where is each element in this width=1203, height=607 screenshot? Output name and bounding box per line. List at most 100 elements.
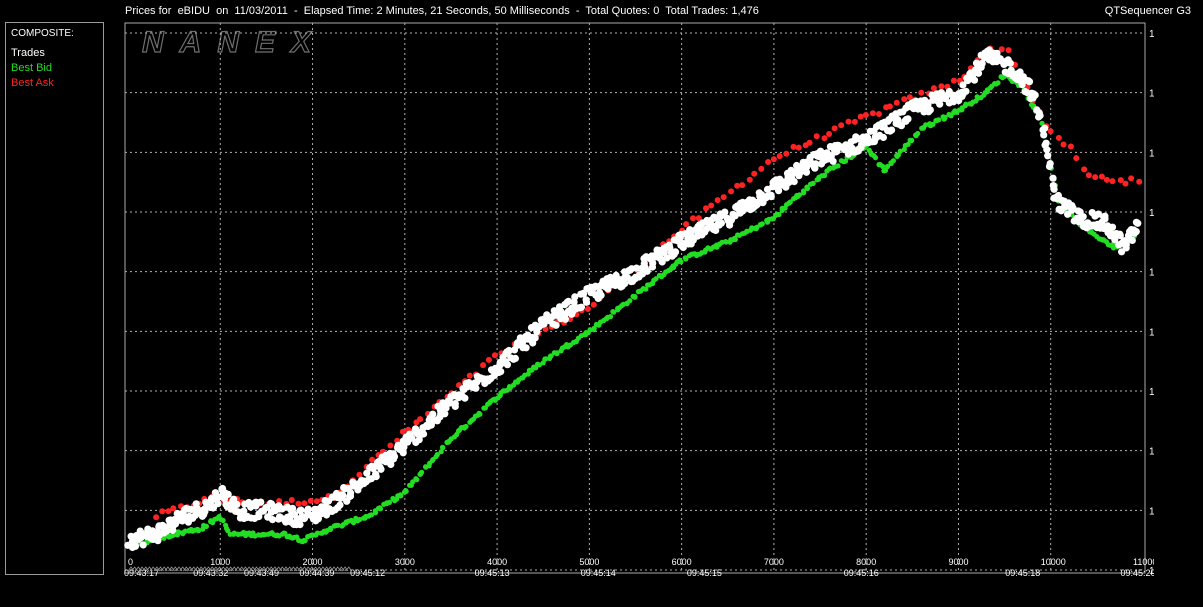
- data-point: [869, 110, 876, 117]
- y-tick-label: 144.50: [1149, 29, 1154, 40]
- data-point: [872, 155, 879, 161]
- data-point: [377, 465, 385, 473]
- data-point: [930, 85, 937, 92]
- data-point: [970, 76, 979, 84]
- data-point: [888, 126, 896, 134]
- data-point: [590, 301, 597, 308]
- x-tick-label: 0: [128, 557, 133, 567]
- data-point: [403, 488, 409, 494]
- data-point: [1098, 173, 1105, 180]
- data-point: [831, 125, 838, 132]
- data-point: [419, 469, 425, 475]
- data-point: [584, 306, 591, 312]
- data-point: [801, 190, 807, 196]
- data-point: [862, 112, 869, 118]
- data-point: [909, 137, 915, 143]
- data-point: [429, 410, 437, 418]
- data-point: [728, 188, 735, 195]
- data-point: [163, 527, 171, 535]
- y-tick-label: 141.50: [1149, 387, 1154, 398]
- data-point: [790, 178, 798, 186]
- data-point: [886, 103, 893, 110]
- data-point: [159, 508, 166, 515]
- y-tick-label: 143.50: [1149, 148, 1154, 159]
- data-point: [708, 202, 715, 209]
- y-tick-label: 141.00: [1149, 447, 1154, 458]
- data-point: [720, 194, 727, 201]
- data-point: [233, 500, 241, 508]
- legend-item-best-ask: Best Ask: [11, 77, 54, 89]
- y-tick-label: 144.00: [1149, 89, 1154, 100]
- data-point: [522, 344, 530, 352]
- data-point: [901, 96, 908, 103]
- data-point: [480, 362, 487, 369]
- data-point: [678, 259, 684, 265]
- data-point: [829, 157, 837, 165]
- data-point: [1116, 230, 1124, 238]
- data-point: [372, 473, 380, 481]
- x-tick-label: 3000: [395, 557, 415, 567]
- data-point: [1128, 236, 1136, 244]
- y-tick-label: 142.00: [1149, 327, 1154, 338]
- data-point: [776, 153, 783, 160]
- data-point: [845, 118, 852, 125]
- data-point: [417, 416, 424, 423]
- data-point: [1060, 141, 1067, 148]
- data-point: [918, 89, 925, 96]
- data-point: [377, 506, 384, 512]
- legend-item-trades: Trades: [11, 47, 45, 59]
- data-point: [153, 514, 160, 521]
- data-point: [821, 135, 828, 142]
- data-point: [746, 176, 753, 183]
- x-tick-label: 9000: [948, 557, 968, 567]
- data-point: [568, 310, 576, 318]
- data-point: [1134, 219, 1142, 227]
- data-point: [1085, 172, 1092, 179]
- data-point: [890, 158, 897, 164]
- data-point: [373, 510, 379, 516]
- data-point: [1128, 175, 1135, 182]
- data-point: [714, 197, 721, 204]
- data-point: [307, 497, 314, 504]
- data-point: [962, 87, 970, 95]
- data-point: [790, 143, 797, 150]
- data-point: [336, 501, 344, 509]
- data-point: [1108, 223, 1117, 231]
- plot-background: [124, 22, 1154, 577]
- x-tick-label: 11000: [1133, 557, 1154, 567]
- data-point: [759, 221, 765, 227]
- data-point: [297, 506, 305, 514]
- data-point: [904, 115, 912, 123]
- data-point: [893, 99, 900, 106]
- data-point: [1092, 174, 1099, 181]
- data-point: [813, 133, 820, 140]
- time-tick-label: 09:45:16: [844, 568, 879, 577]
- data-point: [826, 131, 833, 137]
- title-bar: Prices for eBIDU on 11/03/2011 - Elapsed…: [0, 0, 1203, 22]
- data-point: [1136, 178, 1143, 185]
- data-point: [591, 327, 597, 333]
- y-tick-label: 142.50: [1149, 268, 1154, 279]
- data-point: [169, 526, 177, 534]
- x-tick-label: 4000: [487, 557, 507, 567]
- data-point: [440, 445, 446, 451]
- data-point: [1044, 152, 1052, 160]
- data-point: [386, 499, 393, 505]
- data-point: [1043, 146, 1051, 154]
- data-point: [224, 490, 232, 498]
- data-point: [1122, 180, 1129, 187]
- data-point: [795, 144, 802, 151]
- x-tick-label: 1000: [210, 557, 230, 567]
- y-tick-label: 140.50: [1149, 506, 1154, 517]
- data-point: [1031, 91, 1039, 99]
- data-point: [288, 497, 295, 503]
- data-point: [1047, 128, 1054, 135]
- nanex-watermark: NANEX: [142, 26, 327, 59]
- x-tick-label: 2000: [303, 557, 323, 567]
- data-point: [451, 400, 459, 408]
- data-point: [472, 384, 480, 392]
- data-point: [876, 111, 882, 117]
- data-point: [257, 498, 265, 506]
- data-point: [857, 113, 864, 120]
- data-point: [835, 163, 841, 169]
